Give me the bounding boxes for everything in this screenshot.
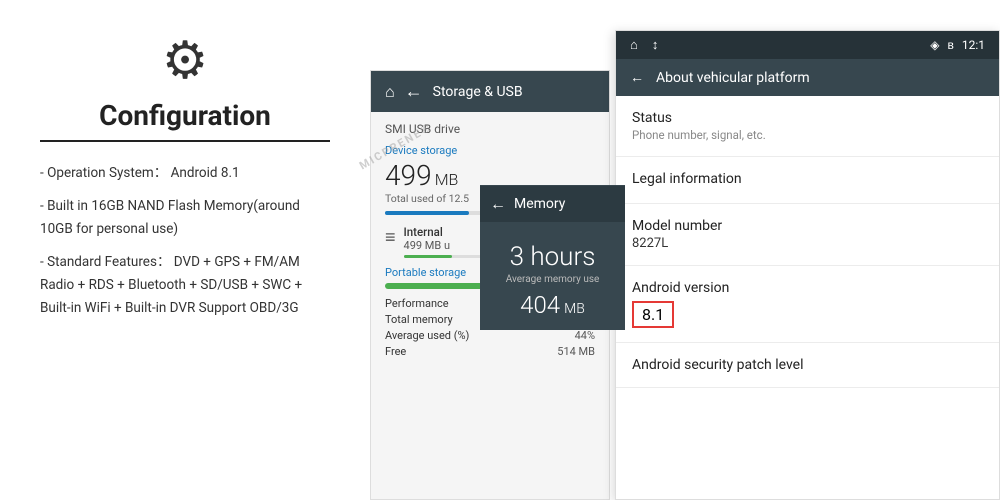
memory-avg-value: 404 (520, 291, 560, 319)
android-version-box: 8.1 (632, 301, 674, 328)
pin-icon: ◈ (930, 38, 939, 52)
legal-label: Legal information (632, 171, 983, 187)
config-title: Configuration (40, 99, 330, 142)
stat-avg-pct: Average used (%) 44% (385, 329, 595, 342)
list-icon: ≡ (385, 227, 396, 248)
memory-header: ← Memory (480, 186, 625, 222)
internal-info: Internal 499 MB u (404, 225, 484, 258)
config-specs: - Operation System： Android 8.1 - Built … (40, 162, 330, 320)
stat-free: Free 514 MB (385, 345, 595, 358)
security-label: Android security patch level (632, 357, 803, 373)
back-arrow-memory[interactable]: ← (490, 194, 506, 214)
time-display: 12:1 (962, 38, 985, 52)
about-item-status[interactable]: Status Phone number, signal, etc. (616, 96, 999, 157)
about-header: ← About vehicular platform (616, 59, 999, 96)
home-icon[interactable]: ⌂ (385, 82, 395, 102)
about-title: About vehicular platform (656, 70, 810, 86)
internal-size: 499 MB u (404, 239, 484, 252)
memory-avg-label: Average memory use (506, 274, 600, 285)
internal-bar (404, 255, 484, 258)
spec-memory: - Built in 16GB NAND Flash Memory(around… (40, 195, 330, 241)
about-item-android-version[interactable]: Android version 8.1 (616, 266, 999, 343)
perf-label: Performance (385, 297, 449, 310)
home-icon-right[interactable]: ⌂ (630, 37, 638, 53)
gear-icon: ⚙ (40, 30, 330, 91)
avg-pct-value: 44% (575, 329, 595, 342)
model-label: Model number (632, 218, 983, 234)
avg-pct-label: Average used (%) (385, 329, 469, 342)
status-sub: Phone number, signal, etc. (632, 128, 983, 142)
status-label: Status (632, 110, 983, 126)
storage-title: Storage & USB (433, 84, 523, 100)
about-panel: ⌂ ↕ ◈ ʙ 12:1 ← About vehicular platform … (615, 30, 1000, 500)
left-panel: ⚙ Configuration - Operation System： Andr… (0, 0, 370, 500)
about-item-legal[interactable]: Legal information (616, 157, 999, 204)
device-storage-label: Device storage (385, 144, 595, 157)
spec-features: - Standard Features： DVD + GPS + FM/AM R… (40, 251, 330, 320)
usb-icon: ↕ (652, 37, 659, 53)
internal-bar-fill (404, 255, 452, 258)
status-bar-left: ⌂ ↕ (630, 37, 658, 53)
back-arrow-storage[interactable]: ← (405, 81, 423, 102)
storage-header: ⌂ ← Storage & USB (371, 71, 609, 112)
free-value: 514 MB (557, 345, 595, 358)
back-arrow-about[interactable]: ← (630, 69, 644, 86)
spec-os: - Operation System： Android 8.1 (40, 162, 330, 185)
about-item-security[interactable]: Android security patch level (616, 343, 999, 388)
storage-bar-fill (385, 211, 469, 215)
model-value: 8227L (632, 236, 983, 251)
memory-hours-value: 3 hours (510, 242, 596, 272)
android-version-value: 8.1 (642, 305, 664, 324)
about-item-model[interactable]: Model number 8227L (616, 204, 999, 266)
status-bar-right: ◈ ʙ 12:1 (930, 38, 985, 52)
bluetooth-icon: ʙ (947, 38, 953, 52)
status-bar: ⌂ ↕ ◈ ʙ 12:1 (616, 31, 999, 59)
device-size-number: 499 (385, 159, 432, 192)
free-label: Free (385, 345, 406, 358)
memory-avg-unit: MB (564, 301, 585, 317)
memory-title: Memory (514, 196, 565, 212)
device-size-unit: MB (435, 170, 459, 189)
android-version-label: Android version (632, 280, 983, 296)
total-label: Total memory (385, 313, 453, 326)
memory-panel: ← Memory 3 hours Average memory use 404 … (480, 185, 625, 330)
internal-label: Internal (404, 225, 484, 239)
